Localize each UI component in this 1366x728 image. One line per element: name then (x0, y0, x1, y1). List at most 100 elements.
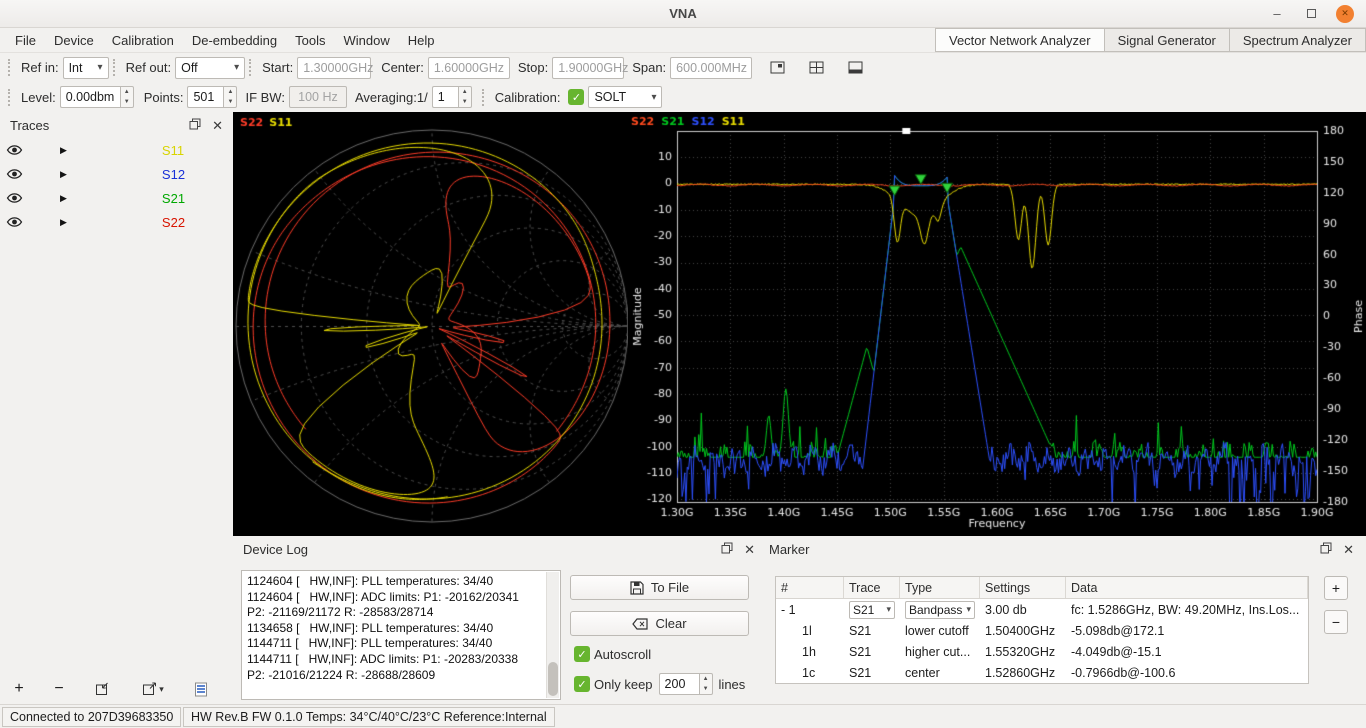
visibility-eye-icon[interactable] (6, 168, 24, 180)
close-panel-icon[interactable]: ✕ (212, 119, 223, 132)
points-spin-arrows[interactable]: ▲ ▼ (223, 86, 237, 108)
level-spin-arrows[interactable]: ▲ ▼ (120, 86, 134, 108)
marker-row-1l[interactable]: 1lS21lower cutoff1.50400GHz-5.098db@172.… (776, 620, 1308, 641)
smith-chart-canvas[interactable] (233, 112, 628, 536)
spin-up-icon[interactable]: ▲ (700, 674, 712, 684)
magnitude-plot-canvas[interactable] (628, 112, 1366, 536)
float-panel-icon[interactable] (721, 542, 733, 557)
menu-item-file[interactable]: File (6, 28, 45, 52)
marker-settings-cell[interactable]: 1.52860GHz (980, 666, 1066, 680)
spin-down-icon[interactable]: ▼ (700, 684, 712, 694)
log-notebook-button[interactable] (188, 677, 214, 701)
level-value[interactable]: 0.00dbm (60, 86, 120, 108)
spin-down-icon[interactable]: ▼ (459, 97, 471, 107)
log-scrollbar[interactable] (546, 572, 559, 698)
marker-col-header-trace[interactable]: Trace (844, 577, 900, 598)
expander-icon[interactable]: ▶ (60, 145, 67, 156)
expander-icon[interactable]: ▶ (60, 217, 67, 228)
points-spinbox[interactable]: 501 ▲ ▼ (187, 86, 237, 108)
close-panel-icon[interactable]: ✕ (744, 543, 755, 556)
trace-row-s22[interactable]: ▶S22 (0, 210, 233, 234)
toolbar-handle[interactable] (113, 59, 118, 76)
only-keep-spin-arrows[interactable]: ▲ ▼ (699, 673, 713, 695)
device-log-output[interactable]: 1124604 [ HW,INF]: PLL temperatures: 34/… (241, 570, 561, 700)
marker-col-header-data[interactable]: Data (1066, 577, 1308, 598)
menu-item-tools[interactable]: Tools (286, 28, 334, 52)
marker-settings-cell[interactable]: 3.00 db (980, 603, 1066, 617)
remove-marker-button[interactable]: − (1324, 610, 1348, 634)
only-keep-value[interactable]: 200 (659, 673, 699, 695)
visibility-eye-icon[interactable] (6, 192, 24, 204)
menu-item-window[interactable]: Window (335, 28, 399, 52)
expander-icon[interactable]: ▶ (60, 169, 67, 180)
only-keep-checkbox[interactable]: ✓ (574, 676, 590, 692)
spin-down-icon[interactable]: ▼ (121, 97, 133, 107)
maximize-button[interactable] (1302, 5, 1320, 23)
autoscroll-checkbox[interactable]: ✓ (574, 646, 590, 662)
averaging-value[interactable]: 1 (432, 86, 458, 108)
toolbar-handle[interactable] (249, 59, 254, 76)
calibration-select[interactable]: SOLT ▾ (588, 86, 662, 108)
close-button[interactable]: ✕ (1336, 5, 1354, 23)
log-to-file-button[interactable]: To File (570, 575, 749, 600)
level-spinbox[interactable]: 0.00dbm ▲ ▼ (60, 86, 134, 108)
add-trace-button[interactable]: + (6, 677, 32, 701)
chart-layout-split-button[interactable] (842, 56, 869, 80)
toolbar-handle[interactable] (8, 59, 13, 76)
menu-item-device[interactable]: Device (45, 28, 103, 52)
marker-row-1[interactable]: - 1S21▾Bandpass▾3.00 dbfc: 1.5286GHz, BW… (776, 599, 1308, 620)
marker-settings-cell[interactable]: 1.55320GHz (980, 645, 1066, 659)
log-clear-button[interactable]: Clear (570, 611, 749, 636)
trace-row-s12[interactable]: ▶S12 (0, 162, 233, 186)
float-panel-icon[interactable] (189, 118, 201, 133)
span-input[interactable]: 600.000MHz (670, 57, 752, 79)
stop-input[interactable]: 1.90000GHz (552, 57, 624, 79)
export-button[interactable]: ▾ (134, 677, 172, 701)
marker-type-select[interactable]: Bandpass▾ (905, 601, 975, 619)
ref-out-select[interactable]: Off ▾ (175, 57, 245, 79)
remove-trace-button[interactable]: − (46, 677, 72, 701)
mode-tab-vector-network-analyzer[interactable]: Vector Network Analyzer (935, 28, 1105, 52)
spin-up-icon[interactable]: ▲ (121, 87, 133, 97)
toolbar-handle[interactable] (482, 89, 487, 106)
log-scrollbar-thumb[interactable] (548, 662, 558, 696)
marker-col-header-num[interactable]: # (776, 577, 844, 598)
start-input[interactable]: 1.30000GHz (297, 57, 371, 79)
marker-col-header-type[interactable]: Type (900, 577, 980, 598)
marker-settings-cell[interactable]: 1.50400GHz (980, 624, 1066, 638)
marker-trace-select[interactable]: S21▾ (849, 601, 895, 619)
expander-icon[interactable]: ▶ (60, 193, 67, 204)
close-panel-icon[interactable]: ✕ (1343, 543, 1354, 556)
import-button[interactable] (88, 677, 114, 701)
spin-up-icon[interactable]: ▲ (224, 87, 236, 97)
averaging-spinbox[interactable]: 1 ▲ ▼ (432, 86, 472, 108)
points-value[interactable]: 501 (187, 86, 223, 108)
toolbar-handle[interactable] (8, 89, 13, 106)
averaging-spin-arrows[interactable]: ▲ ▼ (458, 86, 472, 108)
marker-row-1c[interactable]: 1cS21center1.52860GHz-0.7966db@-100.6 (776, 662, 1308, 683)
menu-item-de-embedding[interactable]: De-embedding (183, 28, 286, 52)
marker-row-1h[interactable]: 1hS21higher cut...1.55320GHz-4.049db@-15… (776, 641, 1308, 662)
float-panel-icon[interactable] (1320, 542, 1332, 557)
calibration-checkbox[interactable]: ✓ (568, 89, 584, 105)
only-keep-spinbox[interactable]: 200 ▲ ▼ (659, 673, 713, 695)
menu-item-calibration[interactable]: Calibration (103, 28, 183, 52)
minimize-button[interactable]: – (1268, 5, 1286, 23)
add-marker-button[interactable]: + (1324, 576, 1348, 600)
mode-tab-signal-generator[interactable]: Signal Generator (1104, 28, 1230, 52)
mode-tab-spectrum-analyzer[interactable]: Spectrum Analyzer (1229, 28, 1366, 52)
trace-row-s11[interactable]: ▶S11 (0, 138, 233, 162)
center-input[interactable]: 1.60000GHz (428, 57, 510, 79)
spin-down-icon[interactable]: ▼ (224, 97, 236, 107)
menu-item-help[interactable]: Help (399, 28, 444, 52)
ref-in-select[interactable]: Int ▾ (63, 57, 109, 79)
autoscroll-checkbox-row[interactable]: ✓ Autoscroll (570, 646, 651, 662)
chart-layout-single-button[interactable] (764, 56, 791, 80)
visibility-eye-icon[interactable] (6, 216, 24, 228)
spin-up-icon[interactable]: ▲ (459, 87, 471, 97)
chart-layout-grid-button[interactable] (803, 56, 830, 80)
only-keep-checkbox-row[interactable]: ✓ Only keep 200 ▲ ▼ lines (570, 673, 745, 695)
trace-row-s21[interactable]: ▶S21 (0, 186, 233, 210)
visibility-eye-icon[interactable] (6, 144, 24, 156)
marker-col-header-settings[interactable]: Settings (980, 577, 1066, 598)
